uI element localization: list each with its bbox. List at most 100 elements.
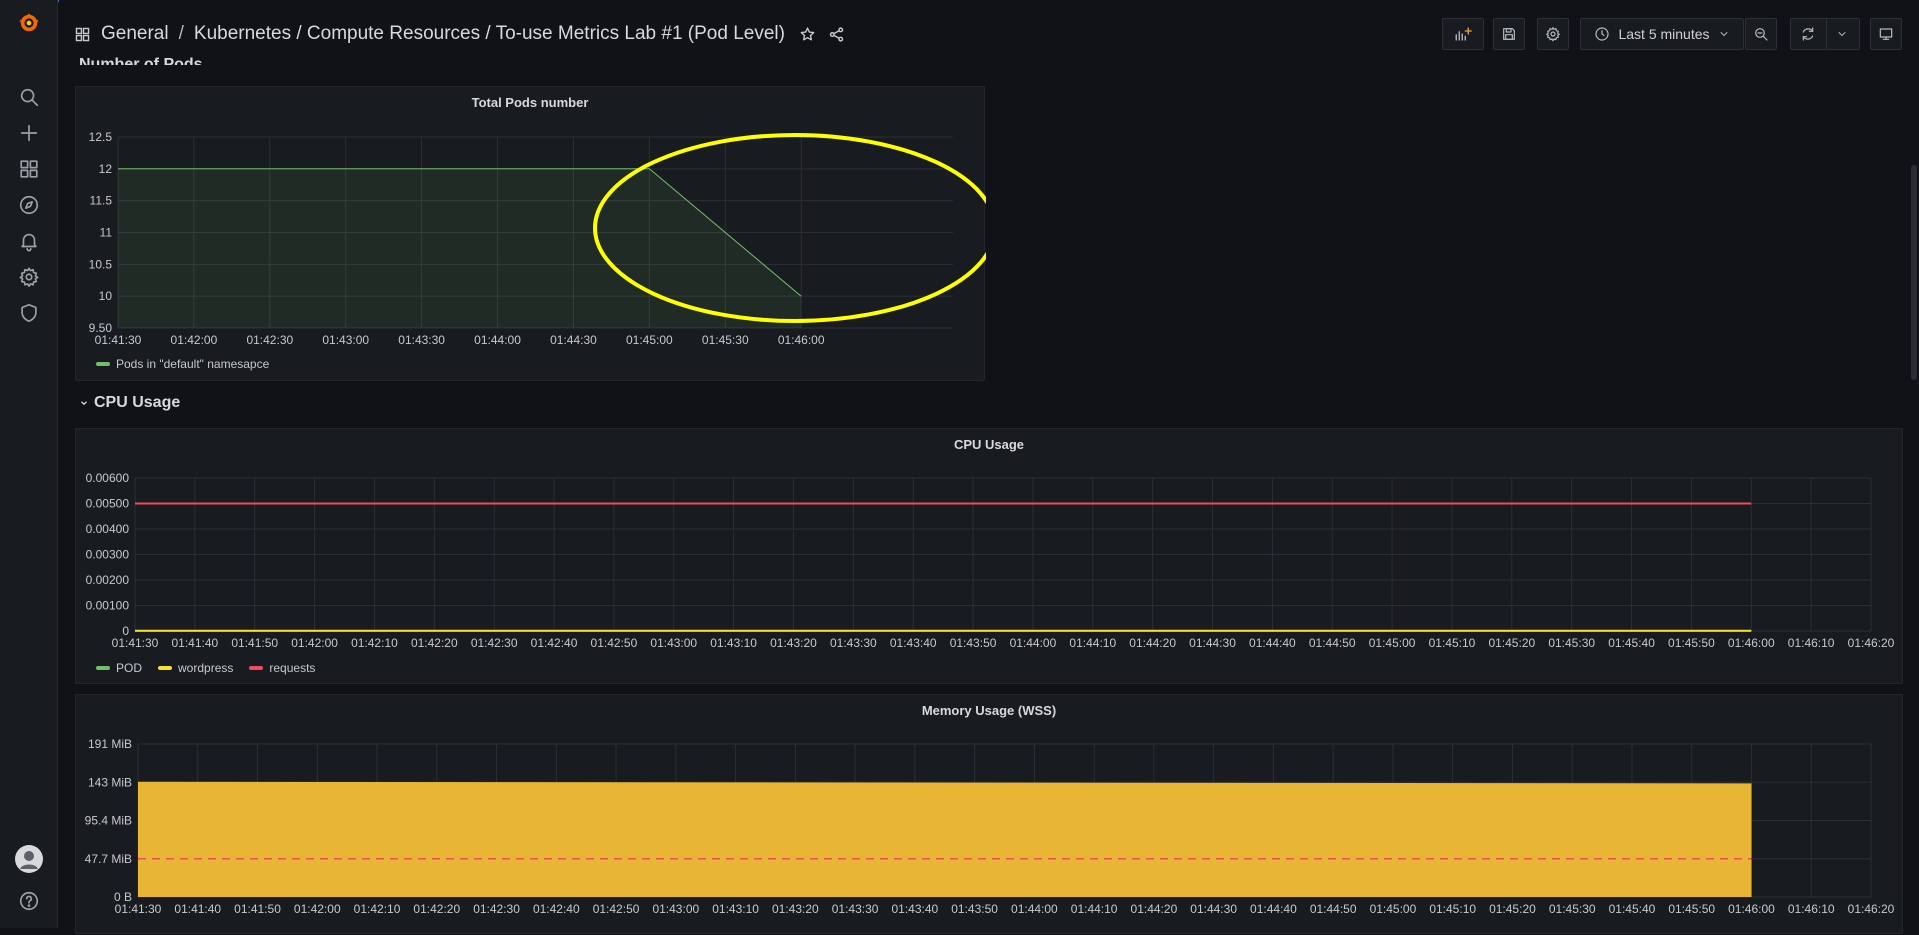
save-icon [1503,28,1515,40]
x-tick-label: 01:42:30 [246,333,293,347]
x-tick-label: 01:43:30 [398,333,445,347]
monitor-icon [1879,28,1893,40]
gear-icon[interactable] [17,265,41,289]
save-dashboard-button[interactable] [1493,18,1525,50]
x-tick-label: 01:41:30 [112,636,159,650]
avatar-icon[interactable] [15,845,43,873]
x-tick-label: 01:42:20 [411,636,458,650]
x-tick-label: 01:42:20 [413,902,460,916]
x-tick-label: 01:42:00 [294,902,341,916]
question-icon[interactable] [17,889,41,913]
scrollbar-thumb[interactable] [1911,165,1917,380]
x-tick-label: 01:43:20 [772,902,819,916]
x-tick-label: 01:44:30 [1190,902,1237,916]
star-icon[interactable] [799,26,816,43]
x-tick-label: 01:41:50 [231,636,278,650]
x-tick-label: 01:45:00 [1369,636,1416,650]
x-tick-label: 01:46:00 [1728,902,1775,916]
y-tick-label: 0.00200 [86,573,130,587]
add-panel-icon [1455,27,1472,41]
sidebar [0,0,58,928]
cycle-view-mode-button[interactable] [1870,18,1902,50]
row-title-cpu[interactable]: CPU Usage [79,394,180,412]
legend-swatch [158,666,173,670]
cpu-chart: 0.00600 0.00500 0.00400 0.00300 0.00200 0.001… [86,471,1895,650]
legend-swatch [96,666,110,670]
x-tick-label: 01:45:50 [1668,902,1715,916]
dashboards-grid-icon[interactable] [74,26,91,43]
x-tick-label: 01:42:30 [471,636,518,650]
chevron-down-icon [1720,32,1727,36]
shield-icon[interactable] [17,301,41,325]
grafana-logo-icon[interactable] [17,11,41,35]
y-tick-label: 191 MiB [88,737,132,751]
x-tick-label: 01:42:00 [291,636,338,650]
x-tick-label: 01:45:00 [1370,902,1417,916]
time-range-picker[interactable]: Last 5 minutes [1580,18,1744,50]
row-title-pods[interactable]: Number of Pods [79,51,203,65]
gear-icon [1546,27,1560,42]
x-tick-label: 01:46:00 [1728,636,1775,650]
x-tick-label: 01:46:20 [1848,902,1895,916]
refresh-button[interactable] [1790,18,1860,50]
zoom-out-icon [1755,28,1768,41]
search-icon[interactable] [17,85,41,109]
legend: POD wordpress requests [96,661,315,675]
x-tick-label: 01:44:00 [1010,636,1057,650]
x-tick-label: 01:41:40 [174,902,221,916]
legend-item-wordpress[interactable]: wordpress [158,661,233,675]
x-tick-label: 01:42:30 [473,902,520,916]
legend-item-requests[interactable]: requests [249,661,315,675]
x-tick-label: 01:45:20 [1489,902,1536,916]
x-tick-label: 01:43:40 [890,636,937,650]
x-tick-label: 01:41:50 [234,902,281,916]
y-tick-label: 0.00400 [86,522,130,536]
chevron-down-icon[interactable] [1836,28,1848,40]
legend-item-pod[interactable]: POD [96,661,142,675]
compass-icon[interactable] [17,193,41,217]
x-tick-label: 01:43:20 [770,636,817,650]
clock-icon [1595,27,1610,41]
panel-memory-usage[interactable]: Memory Usage (WSS) 191 MiB 143 MiB 95.4 Mi… [75,694,1903,934]
x-tick-label: 01:44:10 [1069,636,1116,650]
dashboards-grid-icon[interactable] [17,157,41,181]
bell-icon[interactable] [17,229,41,253]
breadcrumb: General / Kubernetes / Compute Resources… [74,21,845,47]
y-tick-label: 11.5 [90,194,113,208]
x-tick-label: 01:42:00 [171,333,218,347]
y-tick-label: 10 [99,289,113,303]
x-tick-label: 01:45:40 [1609,902,1656,916]
panel-total-pods[interactable]: Total Pods number 12.5 12 11.5 11 10.5 10 9.50… [75,86,986,381]
x-tick-label: 01:45:10 [1429,636,1476,650]
plus-icon[interactable] [17,121,41,145]
dashboard-settings-button[interactable] [1537,18,1569,50]
y-tick-label: 143 MiB [88,775,132,789]
zoom-out-button[interactable] [1745,18,1777,50]
panel-cpu-usage[interactable]: CPU Usage 0.00600 0.00500 0.00400 0.00300 0.… [75,428,1903,684]
pods-series-area [118,168,802,328]
x-tick-label: 01:43:40 [892,902,939,916]
x-tick-label: 01:43:50 [951,902,998,916]
x-tick-label: 01:43:10 [710,636,757,650]
x-tick-label: 01:44:30 [550,333,597,347]
button-divider [1826,19,1827,49]
breadcrumb-folder[interactable]: General [101,23,169,45]
x-tick-label: 01:43:30 [832,902,879,916]
y-tick-label: 95.4 MiB [85,814,132,828]
x-tick-label: 01:45:30 [702,333,749,347]
x-tick-label: 01:42:50 [593,902,640,916]
share-icon[interactable] [828,26,845,43]
memory-chart: 191 MiB143 MiB95.4 MiB47.7 MiB0 B01:41:3… [85,737,1895,916]
y-tick-label: 12 [99,162,113,176]
legend-swatch [249,666,264,670]
x-tick-label: 01:44:20 [1129,636,1176,650]
dashboard-title[interactable]: Kubernetes / Compute Resources / To-use … [194,23,785,45]
pods-chart: 12.51211.51110.5109.5001:41:30 01:42:00 01… [89,130,986,347]
x-tick-label: 01:43:50 [950,636,997,650]
x-tick-label: 01:42:40 [531,636,578,650]
y-tick-label: 10.5 [89,257,113,271]
add-panel-button[interactable] [1442,18,1484,50]
x-tick-label: 01:45:20 [1488,636,1535,650]
x-tick-label: 01:44:50 [1310,902,1357,916]
legend-item[interactable]: Pods in "default" namesapce [96,357,269,371]
